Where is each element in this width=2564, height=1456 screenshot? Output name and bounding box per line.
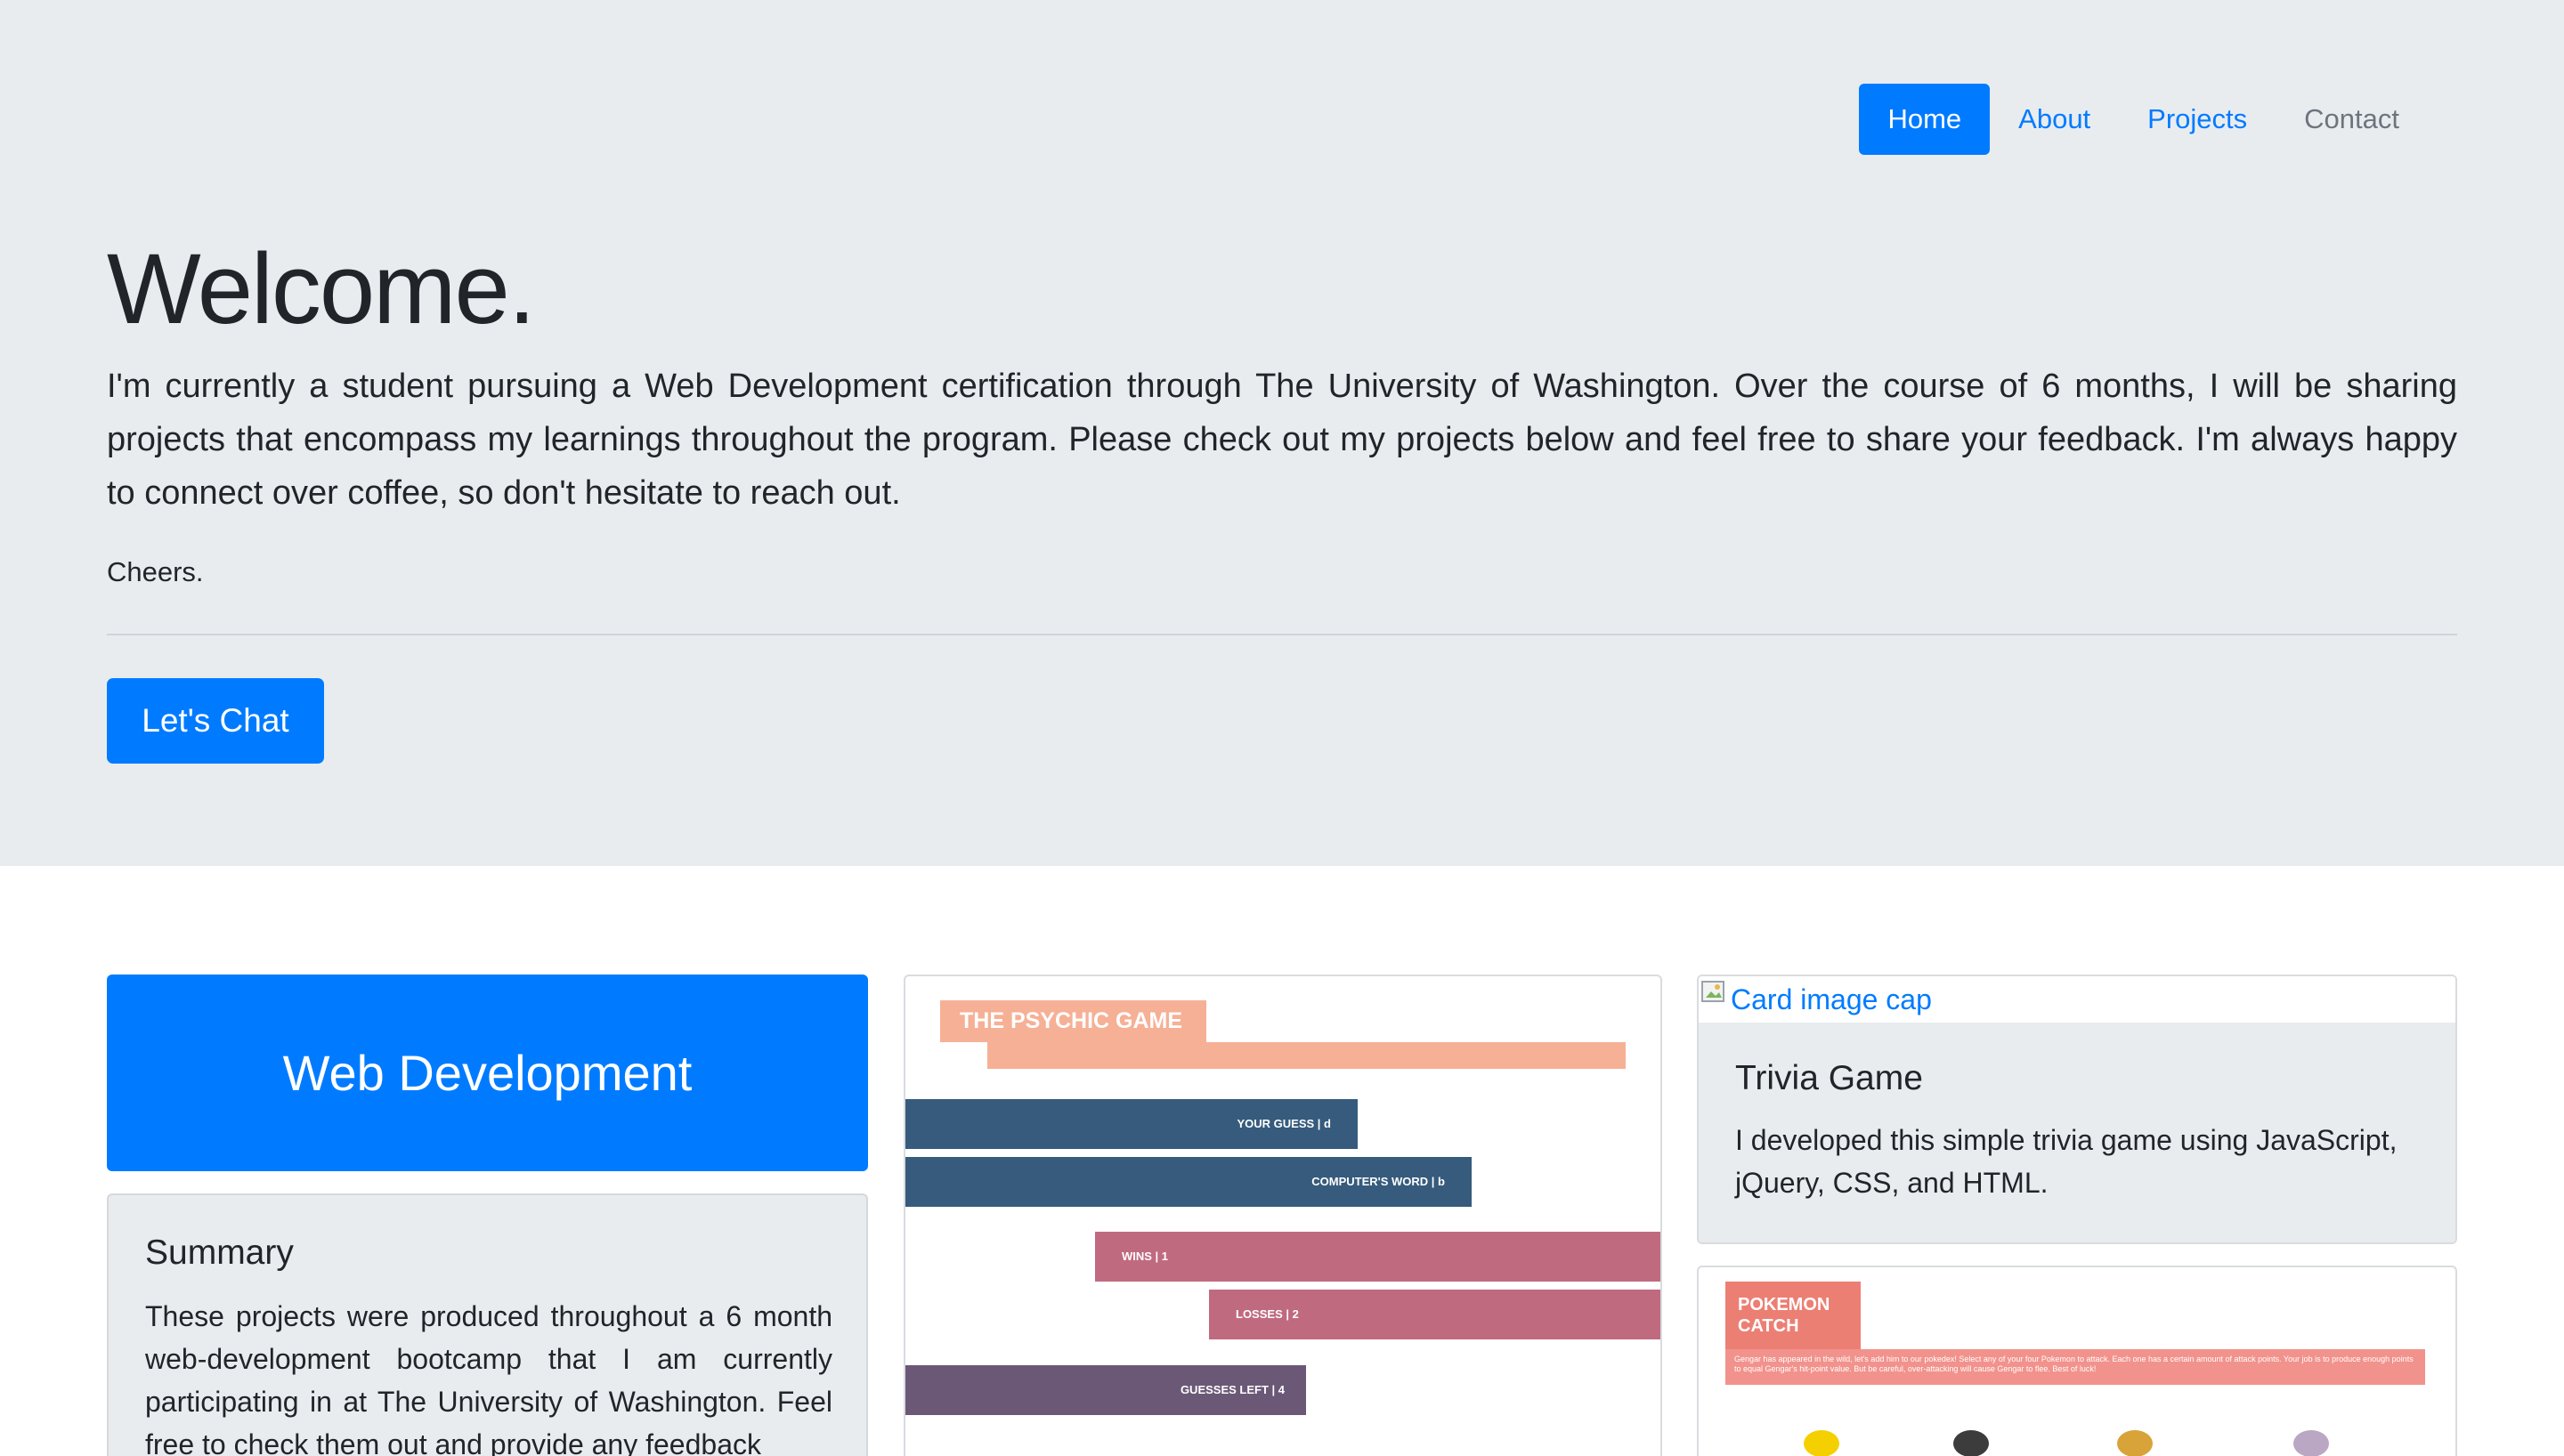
pokemon-catch-card[interactable]: POKEMON CATCH Gengar has appeared in the… — [1697, 1266, 2457, 1456]
psychic-game-card[interactable]: THE PSYCHIC GAME YOUR GUESS | d COMPUTER… — [904, 975, 1662, 1456]
trivia-game-card[interactable]: Card image cap Trivia Game I developed t… — [1697, 975, 2457, 1244]
trivia-description: I developed this simple trivia game usin… — [1735, 1124, 2398, 1199]
pokemon-catch-description: Gengar has appeared in the wild, let's a… — [1725, 1349, 2425, 1385]
guesses-left-row: GUESSES LEFT | 4 — [905, 1365, 1306, 1415]
nav-about-link[interactable]: About — [1990, 84, 2119, 155]
card-image-cap: Card image cap — [1699, 976, 2455, 1023]
trivia-card-body: Trivia Game I developed this simple triv… — [1699, 1023, 2455, 1242]
broken-image-icon — [1701, 981, 1724, 1002]
computer-word-row: COMPUTER'S WORD | b — [905, 1157, 1472, 1207]
trivia-title: Trivia Game — [1735, 1059, 1923, 1097]
hero-jumbotron: Home About Projects Contact Welcome. I'm… — [0, 0, 2564, 866]
nav-home-link[interactable]: Home — [1859, 84, 1991, 155]
pokemon-sprite-icon — [2117, 1430, 2153, 1456]
your-guess-row: YOUR GUESS | d — [905, 1099, 1358, 1149]
psychic-game-title-bar — [987, 1042, 1626, 1069]
web-development-header: Web Development — [107, 975, 868, 1171]
pokemon-catch-title: POKEMON CATCH — [1725, 1282, 1861, 1349]
nav-contact-link[interactable]: Contact — [2276, 84, 2428, 155]
summary-card: Summary These projects were produced thr… — [107, 1193, 868, 1456]
nav-projects-link[interactable]: Projects — [2119, 84, 2276, 155]
page-title: Welcome. — [107, 233, 536, 344]
intro-paragraph: I'm currently a student pursuing a Web D… — [107, 368, 2457, 512]
card-image-alt-text[interactable]: Card image cap — [1731, 983, 1932, 1015]
losses-row: LOSSES | 2 — [1209, 1290, 1660, 1339]
top-nav: Home About Projects Contact — [1859, 84, 2428, 155]
psychic-game-title: THE PSYCHIC GAME — [940, 1000, 1206, 1042]
summary-text: These projects were produced throughout … — [145, 1300, 832, 1456]
divider — [107, 634, 2457, 635]
wins-row: WINS | 1 — [1095, 1232, 1660, 1282]
pokemon-sprite-icon — [2293, 1430, 2329, 1456]
lets-chat-button[interactable]: Let's Chat — [107, 678, 324, 764]
pokemon-sprite-icon — [1804, 1430, 1839, 1456]
signoff-text: Cheers. — [107, 556, 204, 587]
summary-title: Summary — [145, 1234, 294, 1272]
pokemon-sprite-icon — [1953, 1430, 1989, 1456]
